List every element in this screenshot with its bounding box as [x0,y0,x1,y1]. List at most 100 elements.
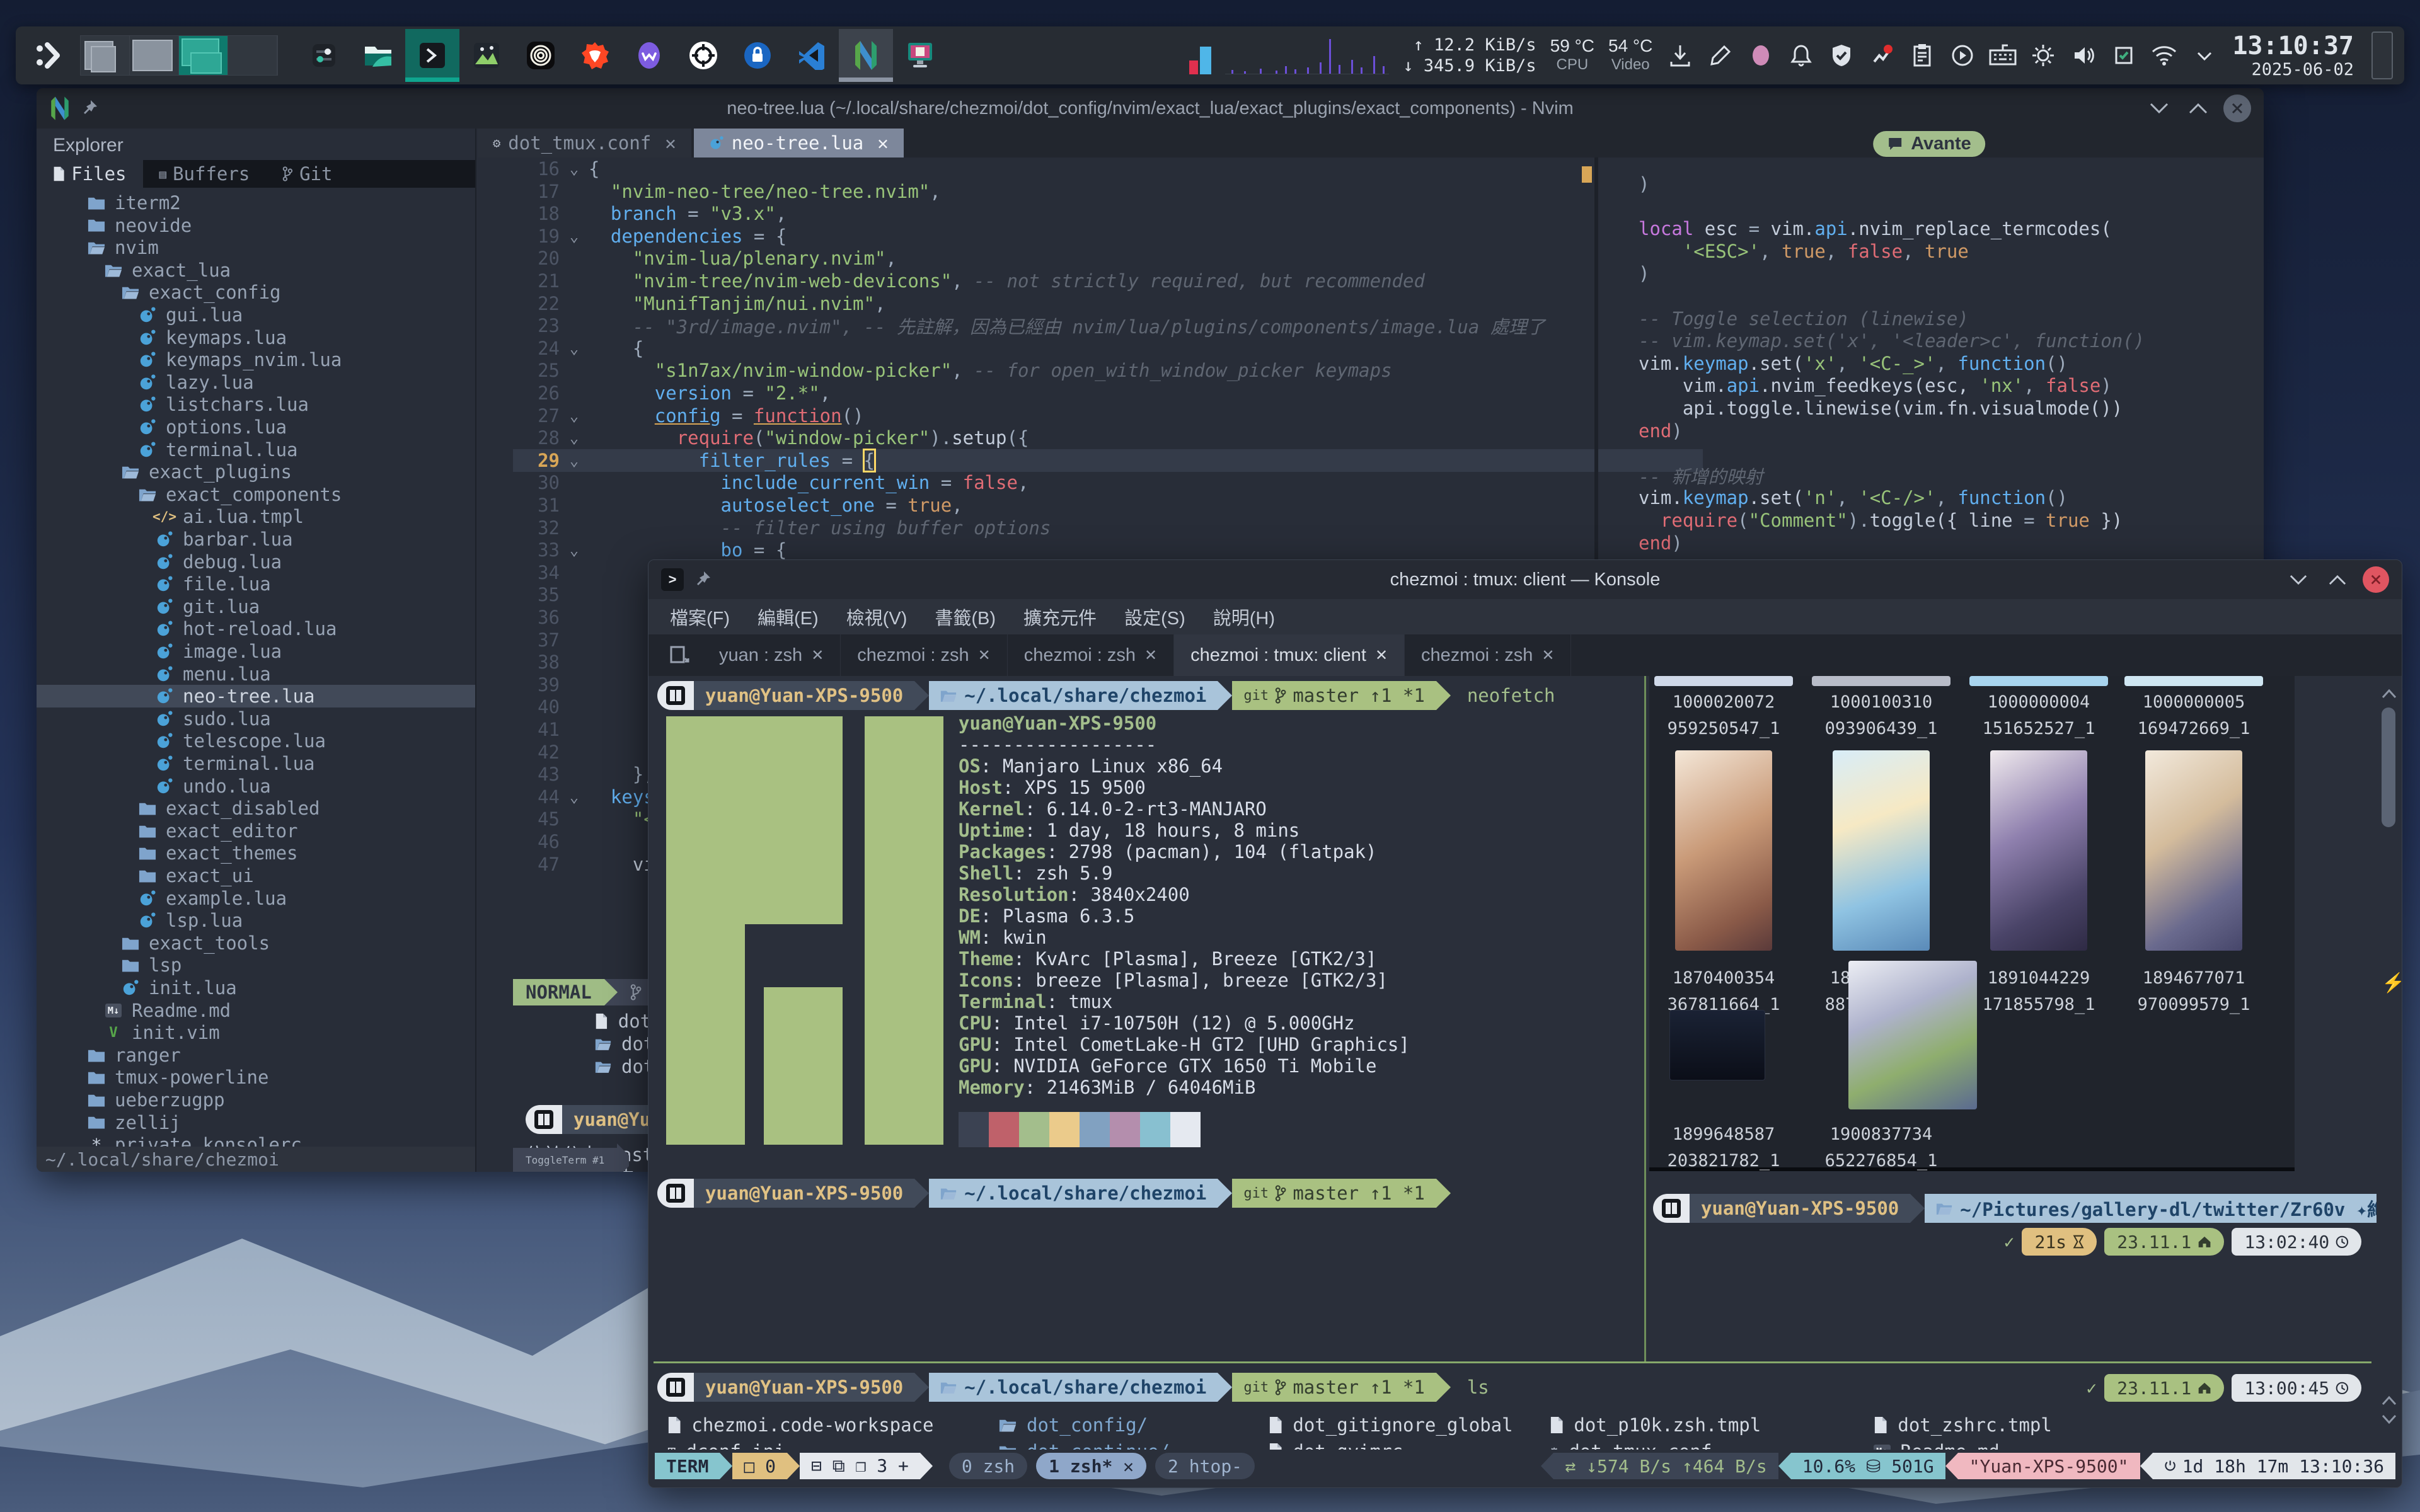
tray-download-icon[interactable] [1666,42,1694,69]
menu-檔案(F)[interactable]: 檔案(F) [670,604,730,630]
tree-item-tmux-powerline[interactable]: tmux-powerline [37,1066,475,1089]
ls-item-dconf.ini[interactable]: ⊞dconf.ini [667,1441,785,1450]
desktop-4[interactable] [228,36,277,75]
pin-icon[interactable] [79,99,98,118]
tree-item-file.lua[interactable]: file.lua [37,573,475,595]
minimize-button[interactable] [2285,566,2312,593]
taskbar-app-vscode[interactable] [785,29,839,82]
cpu-temp-widget[interactable]: 59 °C CPU [1550,37,1594,74]
tmux-window-2 htop-[interactable]: 2 htop- [1155,1453,1255,1479]
menu-設定(S)[interactable]: 設定(S) [1124,604,1185,630]
tray-play-icon[interactable] [1949,42,1976,69]
taskbar-app-system-monitor[interactable] [459,29,514,82]
sensor-bars[interactable] [1189,37,1211,74]
konsole-tab-chezmoi : zsh[interactable]: chezmoi : zsh✕ [841,634,1007,676]
gallery-thumb-strip[interactable] [1654,676,1793,686]
konsole-tab-chezmoi : zsh[interactable]: chezmoi : zsh✕ [1405,634,1571,676]
tray-brightness-icon[interactable] [2029,42,2057,69]
buffer-tab-neo-tree.lua[interactable]: neo-tree.lua✕ [694,129,904,158]
tree-item-init.lua[interactable]: init.lua [37,976,475,999]
tree-item-exact_editor[interactable]: exact_editor [37,820,475,842]
tree-item-ranger[interactable]: ranger [37,1044,475,1067]
tree-item-keymaps.lua[interactable]: keymaps.lua [37,326,475,349]
split-view-icon[interactable] [659,634,703,676]
close-tab-icon[interactable]: ✕ [1375,646,1388,665]
ls-item-dot_config/[interactable]: dot_config/ [999,1414,1148,1436]
tree-item-exact_tools[interactable]: exact_tools [37,932,475,954]
tray-wifi-icon[interactable] [2150,42,2178,69]
tree-item-listchars.lua[interactable]: listchars.lua [37,393,475,416]
gallery-thumb-strip[interactable] [1969,676,2108,686]
ls-item-chezmoi.code-workspace[interactable]: chezmoi.code-workspace [667,1414,934,1436]
gallery-thumbnail-anime[interactable] [1848,961,1977,1109]
video-temp-widget[interactable]: 54 °C Video [1608,37,1652,74]
tree-item-lsp.lua[interactable]: lsp.lua [37,909,475,932]
menu-說明(H)[interactable]: 說明(H) [1213,604,1275,630]
tray-pen-icon[interactable] [1707,42,1734,69]
avante-header-badge[interactable]: Avante [1873,131,1985,157]
taskbar-app-konsole[interactable] [405,29,459,82]
konsole-titlebar[interactable]: > chezmoi : tmux: client — Konsole [648,560,2402,599]
tree-item-hot-reload.lua[interactable]: hot-reload.lua [37,617,475,640]
nvim-titlebar[interactable]: neo-tree.lua (~/.local/share/chezmoi/dot… [37,88,2264,129]
konsole-tab-chezmoi : zsh[interactable]: chezmoi : zsh✕ [1008,634,1174,676]
tree-item-zellij[interactable]: zellij [37,1111,475,1134]
desktop-3-active[interactable] [179,36,228,75]
tree-item-ai.lua.tmpl[interactable]: </>ai.lua.tmpl [37,505,475,528]
taskbar-app-obs[interactable] [514,29,568,82]
tree-item-keymaps_nvim.lua[interactable]: keymaps_nvim.lua [37,348,475,371]
menu-擴充元件[interactable]: 擴充元件 [1023,604,1097,630]
tray-clipboard-icon[interactable] [1908,42,1936,69]
explorer-tab-git[interactable]: Git [266,160,349,188]
close-tab-icon[interactable]: ✕ [978,646,991,665]
explorer-tab-buffers[interactable]: ▤Buffers [143,160,267,188]
tree-item-exact_ui[interactable]: exact_ui [37,864,475,887]
menu-書籤(B)[interactable]: 書籤(B) [935,604,996,630]
pin-icon[interactable] [693,570,712,589]
tree-item-menu.lua[interactable]: menu.lua [37,663,475,685]
tree-item-barbar.lua[interactable]: barbar.lua [37,528,475,551]
tree-item-init.vim[interactable]: Vinit.vim [37,1021,475,1044]
close-tab-icon[interactable]: ✕ [665,132,676,154]
tree-item-image.lua[interactable]: image.lua [37,640,475,663]
gallery-thumbnail[interactable] [1675,750,1772,951]
ls-item-dot_gvimrc[interactable]: dot_gvimrc [1269,1441,1403,1450]
scroll-up2-icon[interactable] [2382,1395,2397,1406]
tree-item-exact_themes[interactable]: exact_themes [37,842,475,864]
scrollbar-thumb[interactable] [2382,707,2395,827]
tree-item-terminal.lua[interactable]: terminal.lua [37,752,475,775]
close-tab-icon[interactable]: ✕ [811,646,824,665]
tree-item-nvim[interactable]: nvim [37,236,475,259]
network-graph[interactable] [1225,37,1389,74]
maximize-button[interactable] [2324,566,2351,593]
tree-item-terminal.lua[interactable]: terminal.lua [37,438,475,461]
taskbar-app-dolphin[interactable] [351,29,405,82]
tray-chevron-down-icon[interactable] [2191,42,2218,69]
ls-item-dot_gitignore_global[interactable]: dot_gitignore_global [1269,1414,1513,1436]
close-tab-icon[interactable]: ✕ [1144,646,1157,665]
tree-item-exact_disabled[interactable]: exact_disabled [37,797,475,820]
tray-volume-icon[interactable] [2070,42,2097,69]
tmux-window-1 zsh* ✕[interactable]: 1 zsh* ✕ [1036,1453,1146,1479]
gallery-thumbnail[interactable] [2145,750,2242,951]
tree-item-example.lua[interactable]: example.lua [37,887,475,910]
minimize-button[interactable] [2145,94,2173,122]
gallery-thumbnail-game[interactable] [1669,1010,1765,1080]
menu-檢視(V)[interactable]: 檢視(V) [846,604,908,630]
konsole-tab-chezmoi : tmux: client[interactable]: chezmoi : tmux: client✕ [1174,634,1405,676]
tree-item-telescope.lua[interactable]: telescope.lua [37,730,475,752]
tree-item-private_konsolerc[interactable]: *private_konsolerc [37,1133,475,1147]
tree-item-exact_lua[interactable]: exact_lua [37,259,475,282]
tree-item-git.lua[interactable]: git.lua [37,595,475,618]
close-button[interactable] [2363,566,2389,593]
ls-item-dot_tmux.conf[interactable]: ⚙dot_tmux.conf [1550,1441,1712,1450]
menu-編輯(E)[interactable]: 編輯(E) [758,604,819,630]
tmux-window-0 zsh[interactable]: 0 zsh [949,1453,1027,1479]
tray-chip-icon[interactable] [2110,42,2138,69]
gallery-thumb-strip[interactable] [2124,676,2263,686]
tree-item-lazy.lua[interactable]: lazy.lua [37,371,475,394]
desktop-1[interactable] [81,36,130,75]
tray-keyboard-icon[interactable] [1989,42,2017,69]
scroll-up-icon[interactable] [2382,689,2397,699]
explorer-tab-files[interactable]: Files [37,160,143,188]
